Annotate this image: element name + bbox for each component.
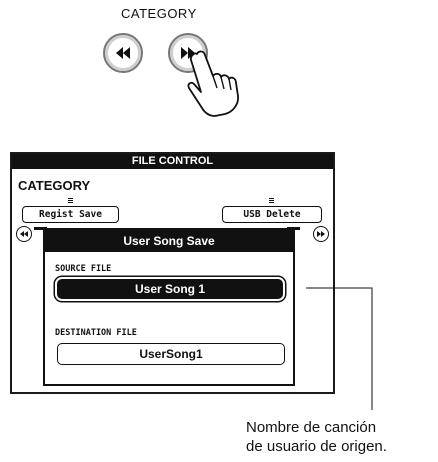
callout-line [306,287,373,410]
callout-line-1: Nombre de canción [246,419,377,436]
callout-text: Nombre de canción de usuario de origen. [246,418,436,456]
callout-line-2: de usuario de origen. [246,438,387,455]
